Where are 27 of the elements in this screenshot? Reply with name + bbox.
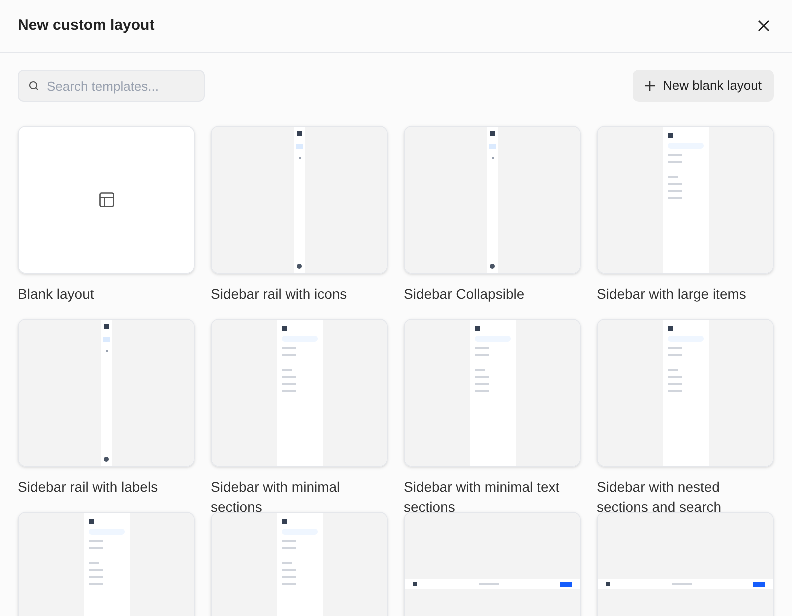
template-title: Sidebar with nested sections and search	[597, 478, 723, 517]
template-title: Sidebar with minimal sections	[211, 478, 342, 517]
template-card[interactable]	[211, 512, 388, 616]
new-blank-layout-button[interactable]: New blank layout	[633, 70, 774, 102]
search-icon	[28, 80, 40, 92]
template-card[interactable]	[404, 512, 581, 616]
template-card[interactable]	[404, 126, 581, 274]
template-title: Sidebar Collapsible	[404, 285, 526, 304]
template-card[interactable]	[597, 319, 774, 467]
template-card[interactable]	[211, 319, 388, 467]
template-title: Sidebar with minimal text sections	[404, 478, 561, 517]
template-title: Blank layout	[18, 285, 96, 304]
plus-icon	[645, 81, 655, 91]
template-card[interactable]	[211, 126, 388, 274]
close-icon	[758, 20, 770, 32]
template-title: Sidebar rail with icons	[211, 285, 348, 304]
dialog-title: New custom layout	[18, 16, 155, 36]
template-title: Sidebar with large items	[597, 285, 748, 304]
template-card[interactable]	[404, 319, 581, 467]
template-title: Sidebar rail with labels	[18, 478, 160, 497]
layout-icon	[98, 191, 116, 209]
template-card[interactable]	[18, 319, 195, 467]
template-card[interactable]	[18, 126, 195, 274]
template-card[interactable]	[597, 126, 774, 274]
template-card[interactable]	[18, 512, 195, 616]
template-card[interactable]	[597, 512, 774, 616]
search-field[interactable]: Search templates...	[18, 70, 205, 102]
